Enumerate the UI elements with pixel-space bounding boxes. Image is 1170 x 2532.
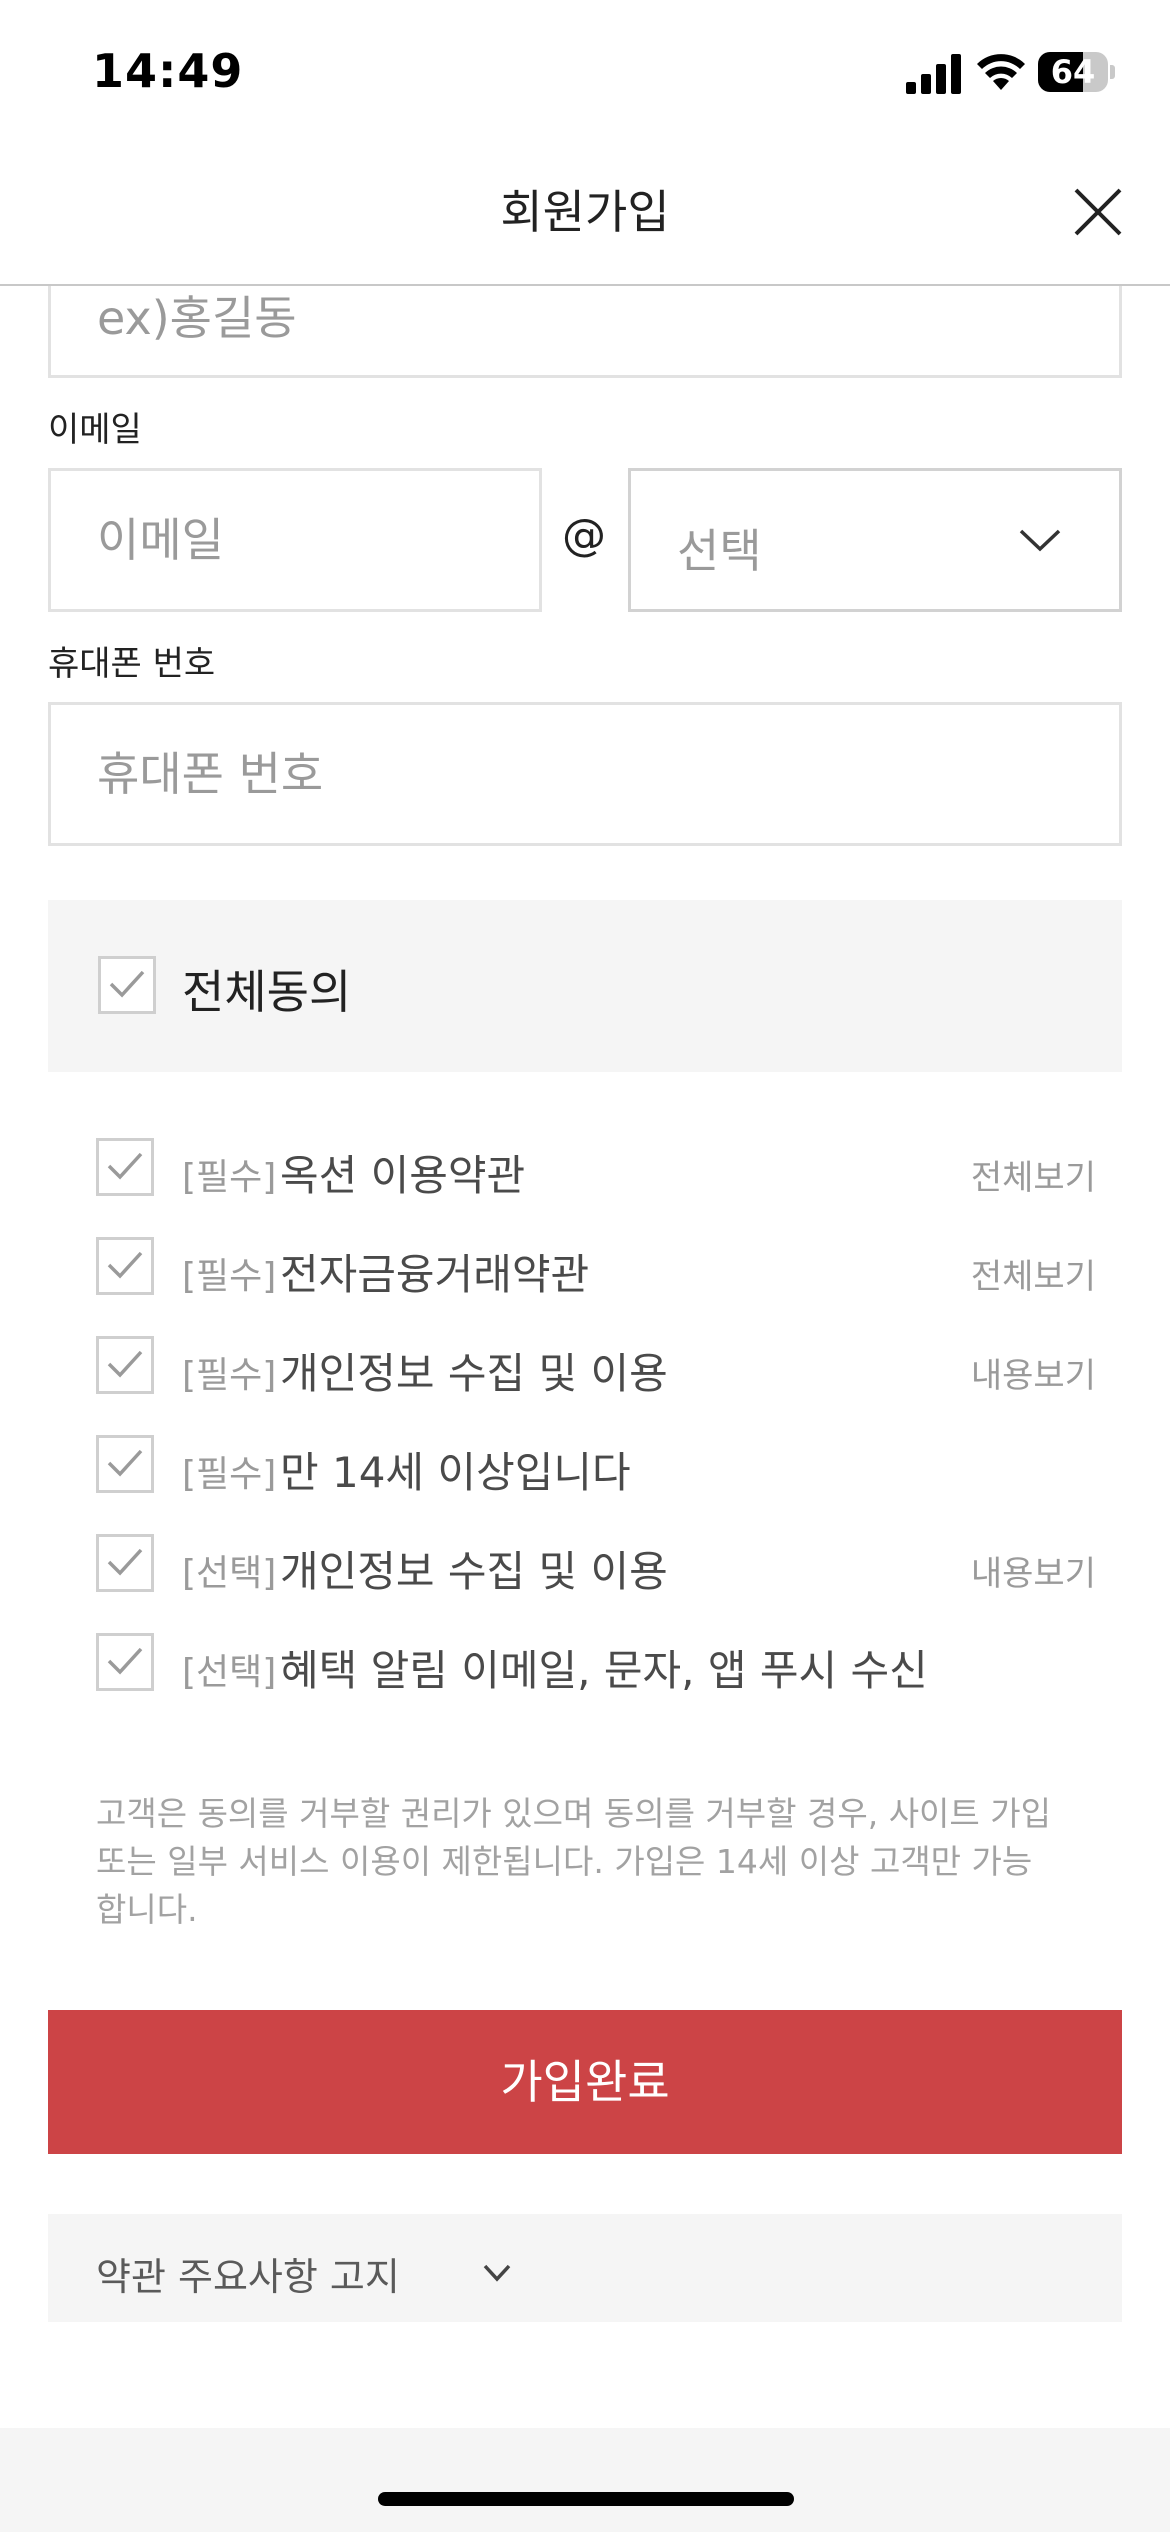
email-input[interactable]	[51, 471, 539, 609]
check-icon	[107, 1152, 143, 1180]
term-row-privacy-required[interactable]: [필수] 개인정보 수집 및 이용 내용보기	[96, 1336, 1096, 1400]
check-icon	[107, 1548, 143, 1576]
term-checkbox[interactable]	[96, 1534, 154, 1592]
consent-notice: 고객은 동의를 거부할 권리가 있으며 동의를 거부할 경우, 사이트 가입 또…	[96, 1790, 1096, 1934]
term-label: 만 14세 이상입니다	[280, 1448, 631, 1497]
term-checkbox[interactable]	[96, 1336, 154, 1394]
phone-input[interactable]	[51, 705, 1119, 843]
term-checkbox[interactable]	[96, 1633, 154, 1691]
view-full-link[interactable]: 전체보기	[971, 1249, 1096, 1298]
notice-line: 고객은 동의를 거부할 권리가 있으며 동의를 거부할 경우, 사이트 가입	[96, 1794, 1051, 1833]
check-icon	[107, 1251, 143, 1279]
view-content-link[interactable]: 내용보기	[971, 1546, 1096, 1595]
terms-notice-label: 약관 주요사항 고지	[96, 2255, 400, 2299]
term-label: 혜택 알림 이메일, 문자, 앱 푸시 수신	[280, 1646, 928, 1695]
agree-all-checkbox[interactable]	[98, 956, 156, 1014]
at-sign: @	[562, 510, 606, 561]
term-row-marketing[interactable]: [선택] 혜택 알림 이메일, 문자, 앱 푸시 수신	[96, 1633, 1096, 1697]
check-icon	[109, 970, 145, 998]
check-icon	[107, 1449, 143, 1477]
view-content-link[interactable]: 내용보기	[971, 1348, 1096, 1397]
term-tag: [선택]	[182, 1652, 277, 1693]
term-tag: [필수]	[182, 1355, 277, 1396]
term-tag: [선택]	[182, 1553, 277, 1594]
chevron-down-icon	[483, 2264, 511, 2282]
agree-all-row[interactable]: 전체동의	[48, 900, 1122, 1072]
status-time: 14:49	[92, 44, 244, 98]
term-row-auction-terms[interactable]: [필수] 옥션 이용약관 전체보기	[96, 1138, 1096, 1202]
term-tag: [필수]	[182, 1157, 277, 1198]
wifi-icon	[977, 54, 1025, 90]
view-full-link[interactable]: 전체보기	[971, 1150, 1096, 1199]
status-bar: 14:49 64	[0, 0, 1170, 140]
page-title: 회원가입	[500, 185, 670, 239]
home-indicator	[378, 2492, 794, 2506]
phone-label: 휴대폰 번호	[48, 644, 216, 684]
check-icon	[107, 1647, 143, 1675]
term-label: 개인정보 수집 및 이용	[280, 1547, 668, 1596]
close-icon[interactable]	[1066, 180, 1130, 244]
term-checkbox[interactable]	[96, 1435, 154, 1493]
phone-field[interactable]	[48, 702, 1122, 846]
email-label: 이메일	[48, 410, 142, 450]
email-domain-value: 선택	[677, 524, 762, 578]
signal-icon	[906, 54, 961, 94]
term-tag: [필수]	[182, 1454, 277, 1495]
agree-all-label: 전체동의	[182, 965, 352, 1019]
term-checkbox[interactable]	[96, 1237, 154, 1295]
battery-level: 64	[1050, 53, 1096, 91]
term-label: 전자금융거래약관	[280, 1250, 590, 1299]
terms-notice-toggle[interactable]: 약관 주요사항 고지	[48, 2214, 1122, 2322]
check-icon	[107, 1350, 143, 1378]
header: 회원가입	[0, 140, 1170, 286]
chevron-down-icon	[1019, 529, 1061, 552]
term-row-e-finance[interactable]: [필수] 전자금융거래약관 전체보기	[96, 1237, 1096, 1301]
signup-complete-button[interactable]: 가입완료	[48, 2010, 1122, 2154]
email-domain-select[interactable]: 선택	[628, 468, 1122, 612]
bottom-bar	[0, 2428, 1170, 2532]
term-label: 옥션 이용약관	[280, 1151, 526, 1200]
term-tag: [필수]	[182, 1256, 277, 1297]
notice-line: 또는 일부 서비스 이용이 제한됩니다. 가입은 14세 이상 고객만 가능	[96, 1842, 1033, 1881]
term-row-age[interactable]: [필수] 만 14세 이상입니다	[96, 1435, 1096, 1499]
term-label: 개인정보 수집 및 이용	[280, 1349, 668, 1398]
notice-line: 합니다.	[96, 1890, 198, 1929]
term-row-privacy-optional[interactable]: [선택] 개인정보 수집 및 이용 내용보기	[96, 1534, 1096, 1598]
battery-icon: 64	[1038, 52, 1115, 92]
term-checkbox[interactable]	[96, 1138, 154, 1196]
email-field[interactable]	[48, 468, 542, 612]
